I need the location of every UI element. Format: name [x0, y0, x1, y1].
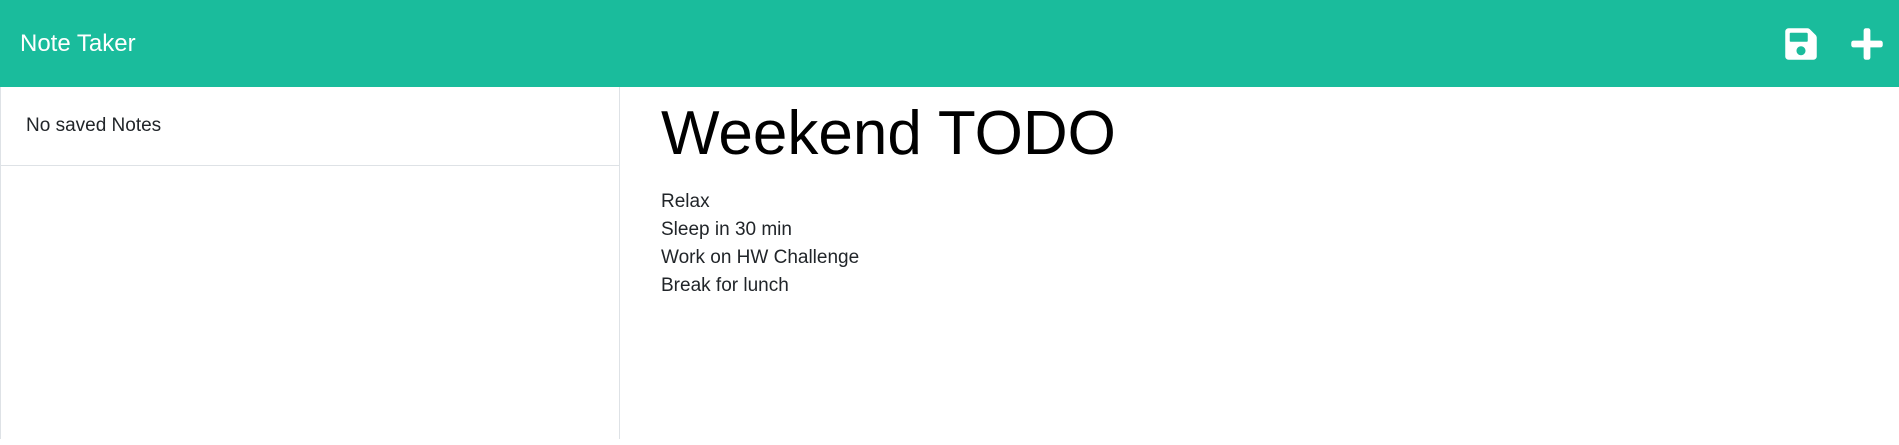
note-line: Relax [661, 191, 710, 212]
note-line: Sleep in 30 min [661, 219, 792, 240]
note-line: Break for lunch [661, 275, 789, 296]
save-note-icon[interactable] [1783, 26, 1819, 62]
notes-sidebar: No saved Notes [0, 87, 620, 439]
note-editor[interactable]: Weekend TODO Relax Sleep in 30 min Work … [661, 87, 1879, 300]
empty-notes-item: No saved Notes [1, 87, 619, 166]
plus-icon [1851, 28, 1883, 60]
new-note-icon[interactable] [1849, 26, 1885, 62]
floppy-disk-icon [1785, 28, 1817, 60]
note-title[interactable]: Weekend TODO [661, 103, 1879, 165]
empty-notes-message: No saved Notes [26, 115, 162, 136]
note-line: Work on HW Challenge [661, 247, 860, 268]
note-textarea[interactable]: Relax Sleep in 30 min Work on HW Challen… [661, 188, 1879, 300]
app-title[interactable]: Note Taker [20, 0, 136, 87]
navbar: Note Taker [0, 0, 1899, 87]
